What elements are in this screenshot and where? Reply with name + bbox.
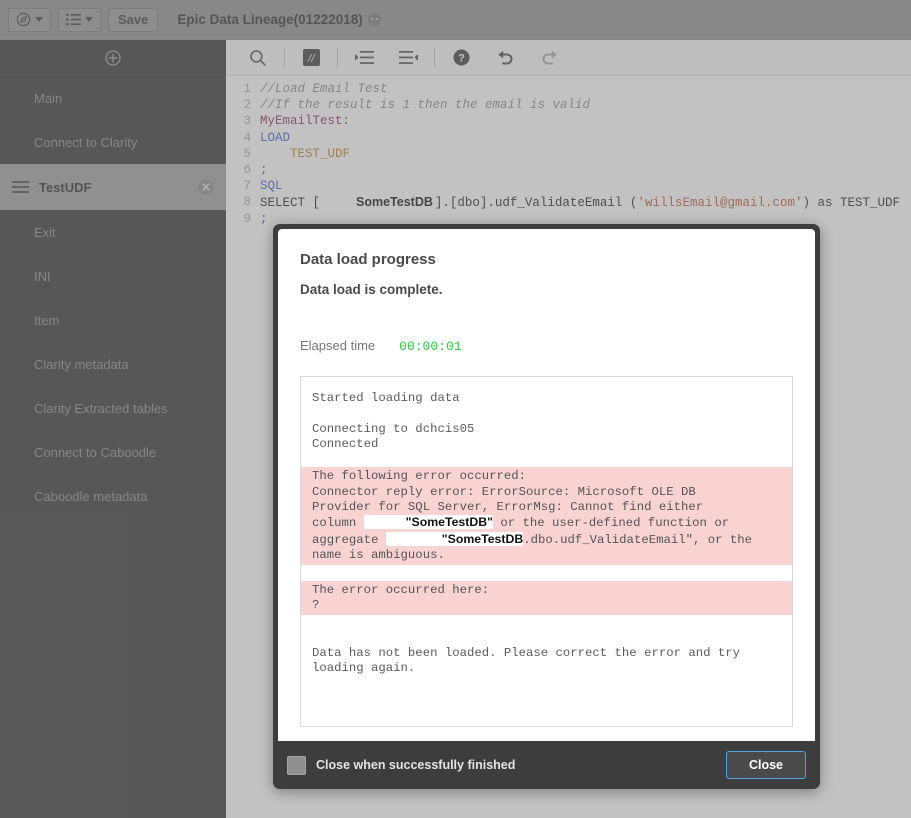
log-spacer: [301, 452, 792, 467]
log-line: Started loading data: [312, 391, 460, 405]
close-button[interactable]: Close: [725, 751, 806, 779]
log-line: The following error occurred:: [312, 469, 527, 484]
dialog-body: Data load progress Data load is complete…: [278, 229, 815, 741]
log-error-block: The following error occurred: Connector r…: [301, 467, 792, 566]
log-line: loading again.: [312, 661, 416, 676]
log-line: name is ambiguous.: [312, 547, 445, 562]
app-root: Save Epic Data Lineage(01222018) Main Con…: [0, 0, 911, 818]
elapsed-time-label: Elapsed time: [300, 338, 376, 353]
redacted-db-name: "SomeTestDB: [385, 531, 524, 546]
log-spacer: [301, 406, 792, 421]
log-line: Connector reply error: ErrorSource: Micr…: [312, 484, 696, 499]
redacted-db-name: "SomeTestDB": [363, 515, 493, 530]
log-line: or the user-defined function or: [492, 516, 730, 531]
log-line: Data has not been loaded. Please correct…: [312, 645, 741, 660]
log-spacer: [301, 630, 792, 645]
elapsed-time-row: Elapsed time 00:00:01: [300, 338, 793, 354]
log-spacer: [301, 615, 792, 630]
dialog-subtitle: Data load is complete.: [300, 282, 443, 297]
log-line: Provider for SQL Server, ErrorMsg: Canno…: [312, 500, 704, 515]
log-line: .dbo.udf_ValidateEmail", or the: [523, 532, 753, 547]
log-line: aggregate: [312, 532, 386, 547]
elapsed-time-value: 00:00:01: [399, 339, 462, 354]
log-spacer: [301, 565, 792, 580]
dialog-footer: Close when successfully finished Close: [273, 741, 820, 789]
dialog-title: Data load progress: [300, 251, 436, 268]
log-line: The error occurred here:: [312, 582, 490, 597]
load-log-output[interactable]: Started loading data Connecting to dchci…: [300, 376, 793, 727]
log-error-location-block: The error occurred here:?: [301, 580, 792, 616]
log-line: Connecting to dchcis05: [312, 421, 475, 436]
close-when-finished-label: Close when successfully finished: [316, 758, 516, 772]
data-load-progress-dialog: Data load progress Data load is complete…: [273, 224, 820, 789]
log-line: Connected: [312, 436, 379, 451]
close-when-finished-checkbox[interactable]: [287, 755, 306, 775]
log-line: column: [312, 516, 364, 531]
log-line: ?: [312, 597, 320, 612]
